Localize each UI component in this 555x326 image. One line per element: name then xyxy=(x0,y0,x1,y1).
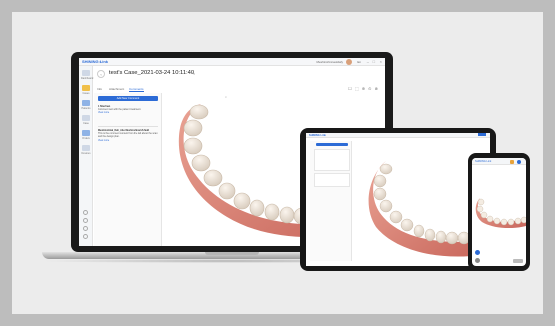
sidebar-item-label: Devices xyxy=(81,152,91,155)
phone-app-title: SHINING Link xyxy=(475,160,492,163)
sidebar-item-case[interactable]: Case xyxy=(81,115,91,125)
tablet-comment-item[interactable] xyxy=(314,149,350,171)
dashboard-icon xyxy=(82,70,90,76)
phone-user-icon[interactable] xyxy=(517,160,521,164)
comments-panel: Add New Comment 1 Sherlnan Comment text … xyxy=(94,93,162,246)
laptop-notch xyxy=(205,252,259,255)
settings-icon[interactable] xyxy=(83,210,88,215)
phone-settings-button[interactable] xyxy=(475,258,480,263)
language-selector[interactable]: En xyxy=(357,60,361,64)
user-name[interactable]: Meshinshinnaoldafy xyxy=(316,60,343,64)
sidebar-item-patients[interactable]: Patients xyxy=(81,100,91,110)
sidebar-item-orders[interactable]: Orders xyxy=(81,130,91,140)
tablet-top-bar: SHINING Link xyxy=(306,133,490,138)
maximize-icon[interactable]: □ xyxy=(373,59,375,64)
sidebar-item-label: Case xyxy=(83,122,89,125)
tablet-comment-item[interactable] xyxy=(314,173,350,187)
folder-icon xyxy=(82,85,90,91)
comment-item[interactable]: 1 Sherlnan Comment text with the patient… xyxy=(98,105,158,115)
sidebar-item-label: Orders xyxy=(82,137,90,140)
viewer-toolbar-icons[interactable]: ☐ ⬚ ⊕ ⊙ ⊗ xyxy=(348,86,379,91)
home-icon[interactable]: ⌂ xyxy=(99,59,101,64)
avatar[interactable] xyxy=(346,59,352,65)
add-comment-button[interactable]: Add New Comment xyxy=(98,96,158,101)
comment-item[interactable]: Meshinshinal_Deli_Abo Meshinshinal 2Lfie… xyxy=(98,126,158,142)
app-top-bar: SHINING Link ⌂ Meshinshinnaoldafy En – □… xyxy=(79,58,385,66)
phone-folder-icon[interactable] xyxy=(510,160,514,164)
edit-icon[interactable]: ✎ xyxy=(192,71,195,76)
tab-info[interactable]: Info xyxy=(97,87,102,91)
help-icon[interactable] xyxy=(83,226,88,231)
logout-icon[interactable] xyxy=(83,234,88,239)
tab-comments[interactable]: Comments xyxy=(129,87,144,92)
devices-icon xyxy=(82,145,90,151)
close-icon[interactable]: × xyxy=(380,59,382,64)
orders-icon xyxy=(82,130,90,136)
minimize-icon[interactable]: – xyxy=(367,59,369,64)
app-logo: SHINING Link xyxy=(82,59,109,64)
phone-toolbar-button[interactable] xyxy=(513,259,523,263)
back-button[interactable]: ‹ xyxy=(97,70,105,78)
tablet-add-comment-button[interactable] xyxy=(316,143,348,146)
sidebar-item-label: Cases xyxy=(82,92,90,95)
tablet-app-logo: SHINING Link xyxy=(309,134,326,137)
phone-screen: SHINING Link xyxy=(472,158,526,266)
tablet-dental-scan-3d-model[interactable] xyxy=(364,151,484,261)
sidebar-item-label: Patients xyxy=(81,107,91,110)
message-icon[interactable] xyxy=(83,218,88,223)
patients-icon xyxy=(82,100,90,106)
tab-attachment[interactable]: Attachment xyxy=(109,87,124,91)
case-icon xyxy=(82,115,90,121)
phone-top-bar: SHINING Link xyxy=(472,158,526,165)
sidebar-item-cases[interactable]: Cases xyxy=(81,85,91,95)
tablet-action-button[interactable] xyxy=(478,133,486,136)
sidebar-item-devices[interactable]: Devices xyxy=(81,145,91,155)
sidebar-item-label: Dashboard xyxy=(81,77,94,80)
phone-dental-scan-3d-model[interactable] xyxy=(474,192,526,228)
sidebar: Dashboard Cases Patients Case Orders Dev… xyxy=(79,66,93,246)
tablet-screen: SHINING Link xyxy=(306,133,490,266)
view-more-link[interactable]: View more xyxy=(98,111,158,114)
view-more-link[interactable]: View more xyxy=(98,139,158,142)
phone-comment-button[interactable] xyxy=(475,250,480,255)
sidebar-item-dashboard[interactable]: Dashboard xyxy=(81,70,94,80)
page-title: test's Case_2021-03-24 10:11:40 xyxy=(109,70,195,76)
